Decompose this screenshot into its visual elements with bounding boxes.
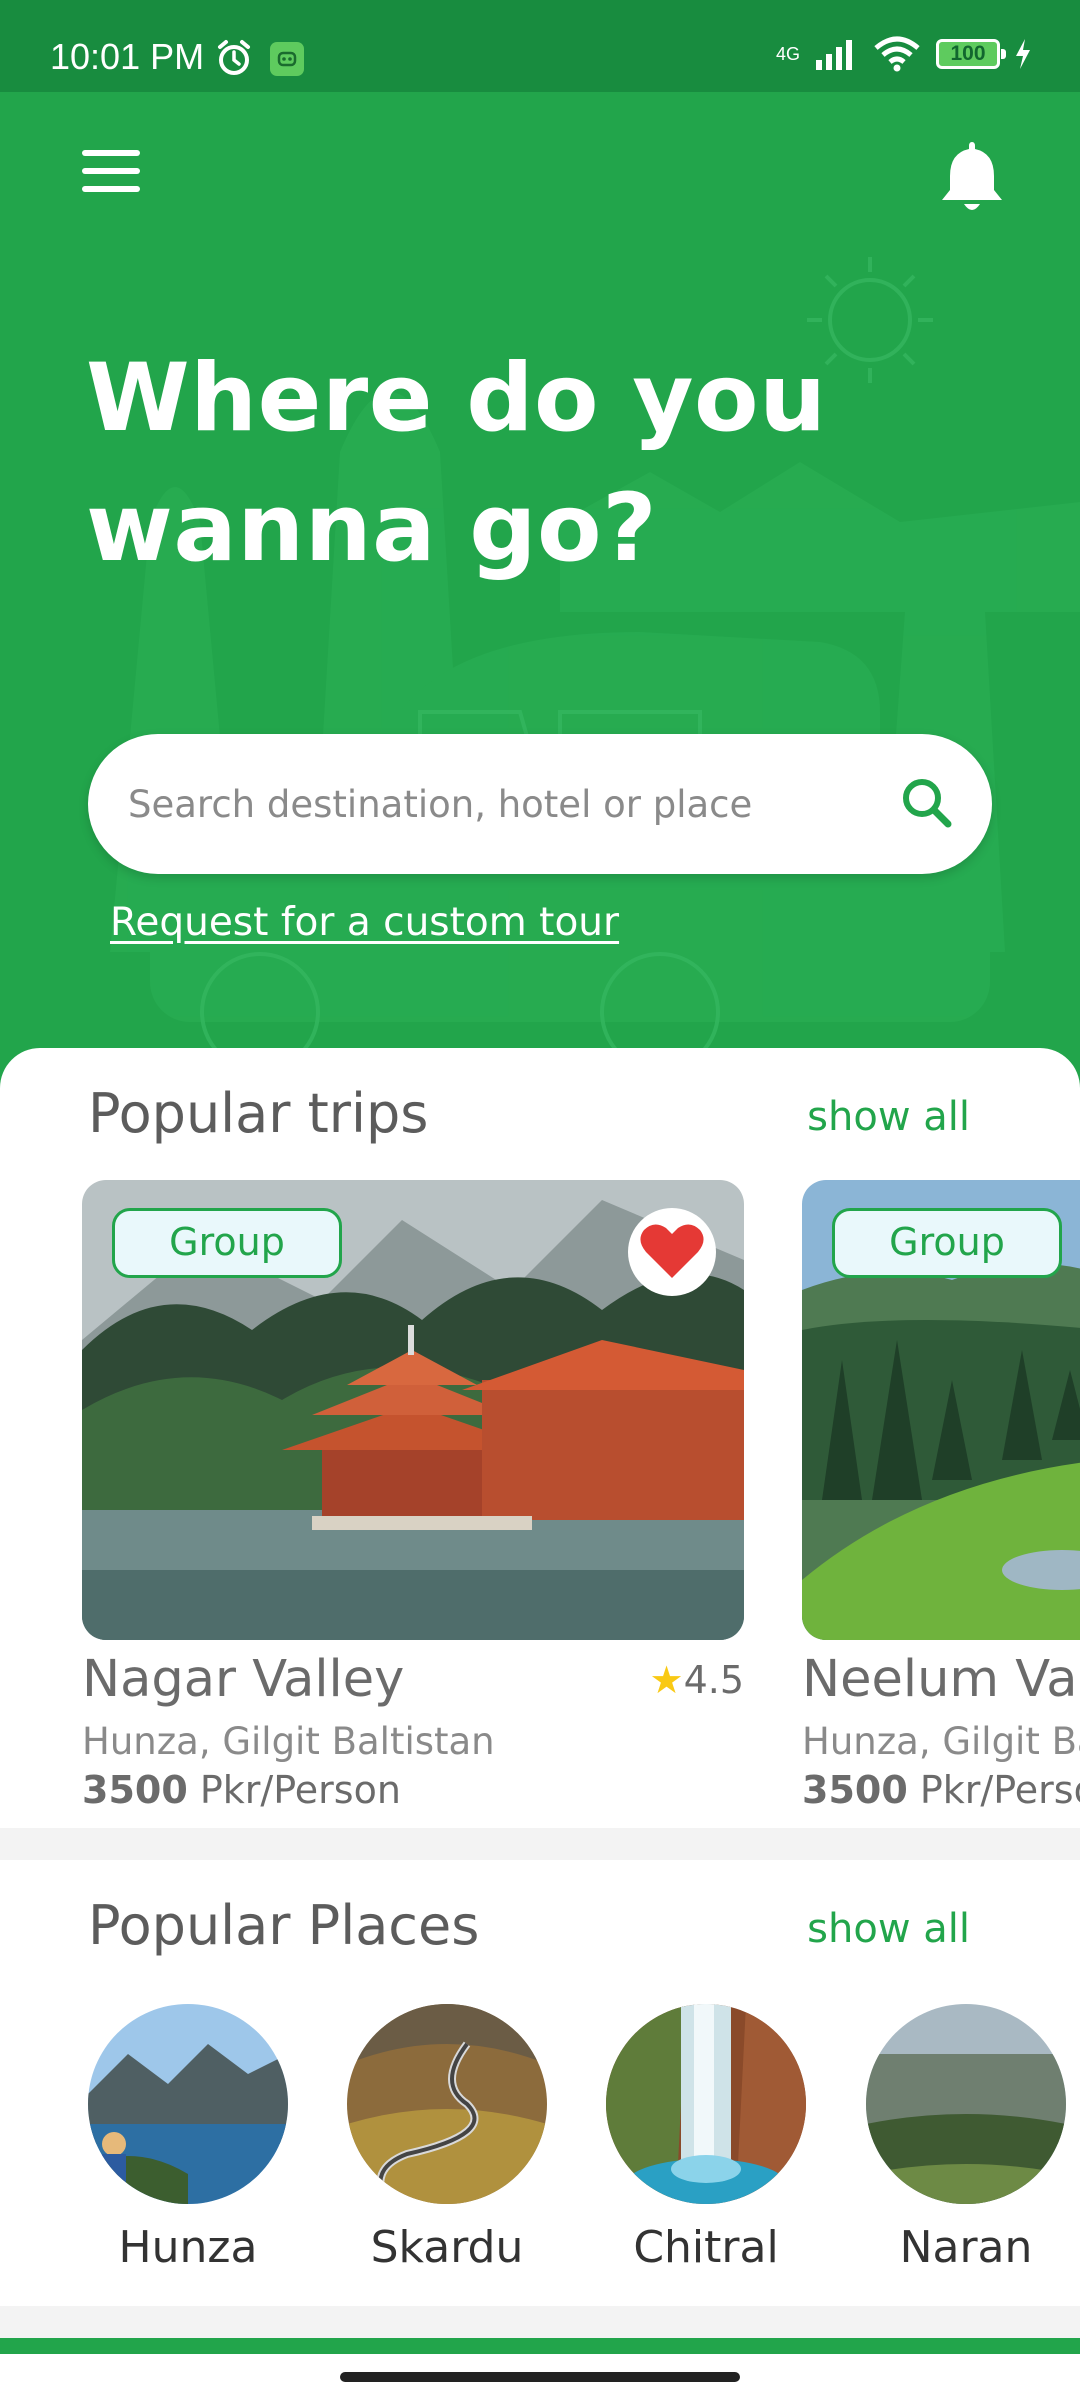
bottom-nav-divider — [0, 2338, 1080, 2354]
favorite-button[interactable] — [628, 1208, 716, 1296]
signal-icon — [816, 40, 852, 70]
app-notification-icon — [270, 42, 304, 76]
search-bar[interactable] — [88, 734, 992, 874]
trip-card[interactable]: Group Neelum Val Hunza, Gilgit Ba 3500 P… — [802, 1180, 1080, 1840]
heart-icon — [640, 1224, 704, 1278]
wifi-icon — [874, 36, 920, 72]
menu-icon-line — [82, 168, 140, 174]
trip-rating-value: 4.5 — [683, 1658, 744, 1702]
custom-tour-link[interactable]: Request for a custom tour — [110, 900, 619, 945]
place-image — [347, 2004, 547, 2204]
place-item-naran[interactable]: Naran — [866, 2004, 1066, 2273]
trip-price-amount: 3500 — [82, 1768, 188, 1812]
alarm-icon — [218, 40, 250, 75]
section-title-popular-places: Popular Places — [88, 1894, 480, 1957]
menu-button[interactable] — [74, 144, 148, 208]
popular-trips-section: Popular trips show all Group Nagar Valle… — [0, 1048, 1080, 1828]
place-name: Skardu — [370, 2222, 524, 2273]
trip-location: Hunza, Gilgit Baltistan — [82, 1720, 495, 1763]
trip-location: Hunza, Gilgit Ba — [802, 1720, 1080, 1763]
hamburger-menu-icon — [82, 150, 140, 156]
trip-type-tag: Group — [112, 1208, 342, 1278]
menu-icon-line — [82, 186, 140, 192]
trip-price: 3500 Pkr/Perso — [802, 1768, 1080, 1812]
popular-trips-show-all-link[interactable]: show all — [807, 1094, 970, 1140]
place-name: Chitral — [633, 2222, 779, 2273]
trip-name: Nagar Valley — [82, 1650, 405, 1709]
search-input[interactable] — [128, 764, 868, 844]
status-bar: 10:01 PM 4G 100 — [0, 0, 1080, 92]
network-type: 4G — [775, 44, 800, 64]
trip-price-amount: 3500 — [802, 1768, 908, 1812]
notifications-button[interactable] — [928, 136, 1016, 216]
place-name: Hunza — [118, 2222, 258, 2273]
place-image — [606, 2004, 806, 2204]
home-indicator[interactable] — [340, 2372, 740, 2382]
popular-places-show-all-link[interactable]: show all — [807, 1906, 970, 1952]
search-button[interactable] — [888, 764, 968, 844]
battery-indicator: 100 — [936, 39, 1006, 69]
trip-price-unit: Pkr/Person — [199, 1768, 401, 1812]
place-item-skardu[interactable]: Skardu — [347, 2004, 547, 2273]
status-time: 10:01 PM — [50, 36, 205, 77]
trip-name: Neelum Val — [802, 1650, 1080, 1709]
place-item-hunza[interactable]: Hunza — [88, 2004, 288, 2273]
trip-price: 3500 Pkr/Person — [82, 1768, 401, 1812]
trip-rating: ★4.5 — [649, 1658, 744, 1702]
charging-icon — [1016, 39, 1030, 69]
place-item-chitral[interactable]: Chitral — [606, 2004, 806, 2273]
bell-icon — [942, 142, 1002, 210]
trip-price-unit: Pkr/Perso — [919, 1768, 1080, 1812]
search-icon — [903, 779, 952, 828]
page-title: Where do you wanna go? — [86, 344, 827, 583]
place-image — [866, 2004, 1066, 2204]
trip-type-tag: Group — [832, 1208, 1062, 1278]
popular-places-section: Popular Places show all Hunza Skardu Chi… — [0, 1860, 1080, 2306]
hero-header: Where do you wanna go? Request for a cus… — [0, 92, 1080, 1092]
place-name: Naran — [899, 2222, 1033, 2273]
star-icon: ★ — [649, 1658, 684, 1702]
section-title-popular-trips: Popular trips — [88, 1082, 429, 1145]
place-image — [88, 2004, 288, 2204]
